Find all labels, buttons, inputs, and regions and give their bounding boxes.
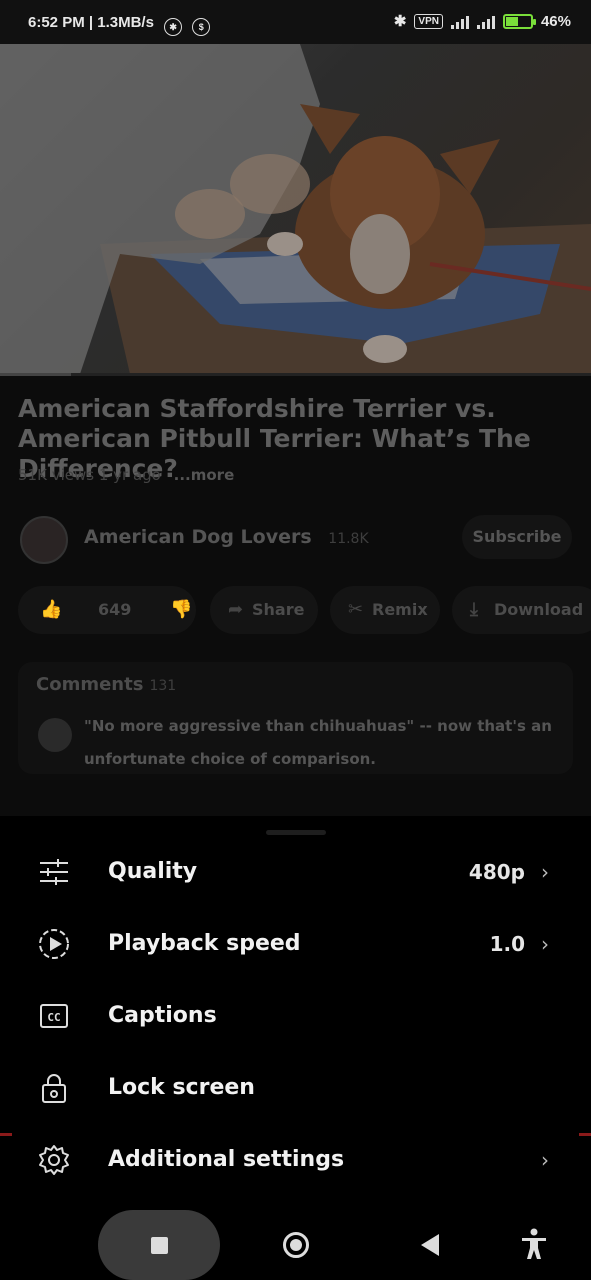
chevron-right-icon: ›: [541, 1148, 549, 1172]
gear-icon: [39, 1145, 69, 1175]
download-icon: ⤓: [470, 599, 478, 620]
playback-speed-value: 1.0: [489, 932, 525, 956]
notification-icon: ✱: [164, 18, 183, 36]
svg-text:CC: CC: [47, 1011, 60, 1024]
video-player[interactable]: [0, 44, 591, 374]
status-speed: 1.3MB/s: [97, 14, 154, 31]
signal-icon: [450, 13, 469, 29]
like-icon[interactable]: 👍: [40, 586, 62, 634]
vpn-badge: VPN: [414, 13, 443, 29]
back-icon[interactable]: [421, 1234, 439, 1256]
playback-speed-icon: [39, 929, 69, 959]
share-icon: ➦: [228, 599, 244, 620]
top-comment-text: "No more aggressive than chihuahuas" -- …: [84, 717, 552, 768]
more-link[interactable]: ...more: [174, 466, 235, 484]
download-label: Download: [494, 600, 584, 619]
download-button[interactable]: ⤓ Download: [452, 586, 591, 634]
remix-icon: ✂: [348, 599, 364, 620]
lock-icon: [42, 1074, 66, 1103]
status-left: 6:52 PM | 1.3MB/s ✱ $: [28, 14, 211, 36]
playback-speed-label: Playback speed: [108, 931, 301, 956]
quality-value: 480p: [468, 860, 525, 884]
captions-option[interactable]: CC Captions: [0, 980, 591, 1052]
captions-label: Captions: [108, 1003, 217, 1028]
battery-level: 46%: [540, 12, 571, 30]
lock-screen-option[interactable]: Lock screen: [0, 1052, 591, 1124]
bluetooth-icon: ✱: [393, 13, 407, 30]
status-time: 6:52 PM: [28, 14, 85, 31]
system-navigation-bar: [0, 1208, 591, 1280]
accessibility-icon[interactable]: [516, 1226, 552, 1262]
video-info: American Staffordshire Terrier vs. Ameri…: [0, 376, 591, 816]
home-icon[interactable]: [283, 1232, 309, 1258]
comments-count: 131: [149, 678, 177, 694]
upload-age: 1 yr ago: [98, 466, 161, 484]
notification-icon-2: $: [192, 18, 211, 36]
like-dislike-pill[interactable]: 👍 649 👎: [18, 586, 196, 634]
subscribe-button[interactable]: Subscribe: [462, 515, 572, 559]
share-button[interactable]: ➦ Share: [210, 586, 318, 634]
edge-marker-right: [579, 1133, 591, 1136]
recents-icon[interactable]: [151, 1237, 168, 1254]
dislike-icon[interactable]: 👎: [170, 586, 192, 634]
video-frame-image: [0, 44, 591, 374]
edge-marker-left: [0, 1133, 12, 1136]
like-count: 649: [98, 600, 132, 619]
quality-label: Quality: [108, 859, 198, 884]
status-bar: 6:52 PM | 1.3MB/s ✱ $ ✱ VPN 46%: [0, 0, 591, 44]
video-meta[interactable]: 51K views 1 yr ago ...more: [18, 466, 234, 484]
channel-name: American Dog Lovers: [84, 526, 312, 548]
comments-preview[interactable]: Comments 131 "No more aggressive than chi…: [18, 662, 573, 774]
comments-header: Comments 131: [36, 674, 176, 695]
lock-screen-label: Lock screen: [108, 1075, 255, 1100]
view-count: 51K views: [18, 466, 95, 484]
share-label: Share: [252, 600, 305, 619]
chevron-right-icon: ›: [541, 860, 549, 884]
channel-name-row[interactable]: American Dog Lovers 11.8K: [84, 526, 369, 548]
remix-button[interactable]: ✂ Remix: [330, 586, 440, 634]
comments-title: Comments: [36, 674, 144, 695]
subscriber-count: 11.8K: [328, 531, 369, 547]
chevron-right-icon: ›: [541, 932, 549, 956]
status-right: ✱ VPN 46%: [393, 12, 571, 31]
signal-4g-icon: [476, 13, 495, 29]
playback-speed-option[interactable]: Playback speed 1.0 ›: [0, 908, 591, 980]
commenter-avatar: [38, 718, 72, 752]
additional-settings-option[interactable]: Additional settings ›: [0, 1124, 591, 1196]
sheet-drag-handle[interactable]: [266, 830, 326, 835]
sliders-icon: [40, 859, 68, 885]
remix-label: Remix: [372, 600, 428, 619]
battery-icon: [502, 13, 536, 29]
additional-settings-label: Additional settings: [108, 1147, 345, 1172]
channel-avatar[interactable]: [20, 516, 68, 564]
captions-icon: CC: [40, 1004, 68, 1028]
action-bar: 👍 649 👎 ➦ Share ✂ Remix ⤓ Download: [0, 586, 591, 634]
quality-option[interactable]: Quality 480p ›: [0, 836, 591, 908]
